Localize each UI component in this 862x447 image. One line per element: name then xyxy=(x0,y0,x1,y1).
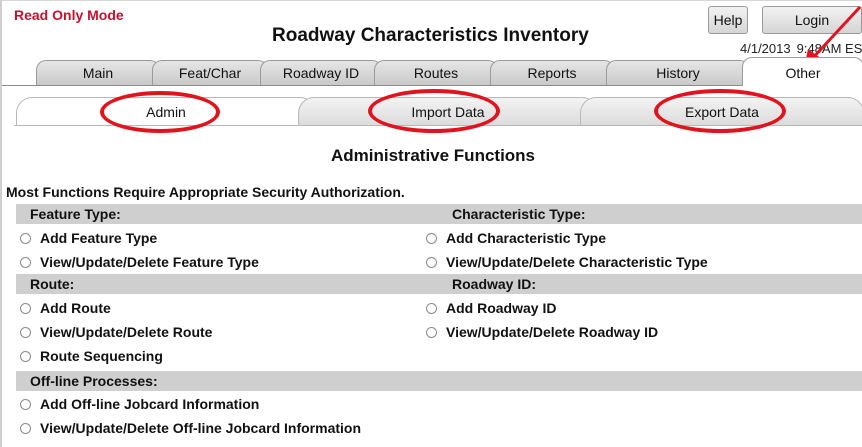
subtab-import-data[interactable]: Import Data xyxy=(298,97,598,125)
option-label: View/Update/Delete Feature Type xyxy=(40,254,259,270)
option-vud-roadway-id[interactable]: View/Update/Delete Roadway ID xyxy=(426,322,658,342)
subtab-admin[interactable]: Admin xyxy=(16,97,316,125)
radio-button[interactable] xyxy=(20,303,31,314)
option-label: View/Update/Delete Route xyxy=(40,324,213,340)
radio-button[interactable] xyxy=(20,423,31,434)
option-add-roadway-id[interactable]: Add Roadway ID xyxy=(426,298,556,318)
radio-button[interactable] xyxy=(426,257,437,268)
option-label: Add Roadway ID xyxy=(446,300,557,316)
option-add-route[interactable]: Add Route xyxy=(20,298,111,318)
radio-button[interactable] xyxy=(20,399,31,410)
date-label: 4/1/2013 xyxy=(740,41,791,56)
option-label: Add Feature Type xyxy=(40,230,158,246)
group-route: Route: xyxy=(30,276,75,292)
option-vud-feature-type[interactable]: View/Update/Delete Feature Type xyxy=(20,252,259,272)
group-feature-type: Feature Type: xyxy=(30,206,121,222)
option-label: Route Sequencing xyxy=(40,348,163,364)
tab-main[interactable]: Main xyxy=(36,60,160,85)
security-notice: Most Functions Require Appropriate Secur… xyxy=(6,184,405,200)
section-title: Administrative Functions xyxy=(330,146,536,165)
group-bar-route-roadway: Route: Roadway ID: xyxy=(16,274,862,294)
option-add-characteristic-type[interactable]: Add Characteristic Type xyxy=(426,228,606,248)
group-bar-offline: Off-line Processes: xyxy=(16,371,862,391)
group-offline-processes: Off-line Processes: xyxy=(30,373,158,389)
tab-divider xyxy=(2,85,862,86)
radio-button[interactable] xyxy=(20,327,31,338)
radio-button[interactable] xyxy=(20,351,31,362)
option-label: Add Off-line Jobcard Information xyxy=(40,396,260,412)
login-button[interactable]: Login xyxy=(762,6,862,34)
option-label: Add Characteristic Type xyxy=(446,230,607,246)
tab-history[interactable]: History xyxy=(606,60,750,85)
group-characteristic-type: Characteristic Type: xyxy=(452,206,586,222)
tab-roadway-id[interactable]: Roadway ID xyxy=(260,60,382,85)
help-button[interactable]: Help xyxy=(708,6,748,34)
radio-button[interactable] xyxy=(426,233,437,244)
group-roadway-id: Roadway ID: xyxy=(452,276,537,292)
option-route-sequencing[interactable]: Route Sequencing xyxy=(20,346,163,366)
radio-button[interactable] xyxy=(426,303,437,314)
tab-routes[interactable]: Routes xyxy=(374,60,498,85)
date-time: 4/1/2013 9:48AM EST xyxy=(740,41,862,56)
subtab-export-data[interactable]: Export Data xyxy=(580,97,862,125)
main-tab-bar: Main Feat/Char Roadway ID Routes Reports… xyxy=(2,57,862,86)
option-label: View/Update/Delete Characteristic Type xyxy=(446,254,708,270)
option-vud-offline-jobcard[interactable]: View/Update/Delete Off-line Jobcard Info… xyxy=(20,418,361,438)
app-title: Roadway Characteristics Inventory xyxy=(272,25,589,46)
subtab-divider xyxy=(14,125,862,126)
radio-button[interactable] xyxy=(20,257,31,268)
time-label: 9:48AM EST xyxy=(796,41,862,56)
read-only-mode-label: Read Only Mode xyxy=(14,7,124,23)
option-label: View/Update/Delete Roadway ID xyxy=(446,324,659,340)
option-add-feature-type[interactable]: Add Feature Type xyxy=(20,228,157,248)
option-label: Add Route xyxy=(40,300,111,316)
option-add-offline-jobcard[interactable]: Add Off-line Jobcard Information xyxy=(20,394,259,414)
radio-button[interactable] xyxy=(20,233,31,244)
app-window: Read Only Mode Roadway Characteristics I… xyxy=(0,0,862,447)
tab-other[interactable]: Other xyxy=(742,57,862,86)
option-vud-characteristic-type[interactable]: View/Update/Delete Characteristic Type xyxy=(426,252,708,272)
group-bar-feature-characteristic: Feature Type: Characteristic Type: xyxy=(16,204,862,224)
option-vud-route[interactable]: View/Update/Delete Route xyxy=(20,322,212,342)
radio-button[interactable] xyxy=(426,327,437,338)
option-label: View/Update/Delete Off-line Jobcard Info… xyxy=(40,420,362,436)
tab-feat-char[interactable]: Feat/Char xyxy=(152,60,268,85)
tab-reports[interactable]: Reports xyxy=(490,60,614,85)
